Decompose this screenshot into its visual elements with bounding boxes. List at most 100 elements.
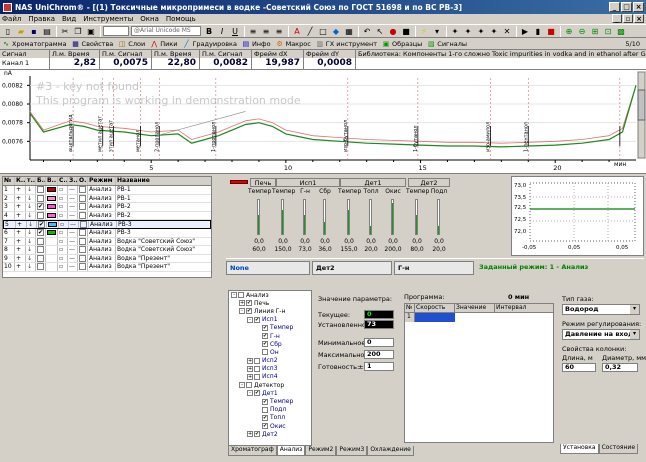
tree-item[interactable]: - Детектор <box>229 381 311 389</box>
tree-checkbox[interactable]: ✔ <box>254 390 260 397</box>
tree-item[interactable]: Подл <box>229 406 311 414</box>
tree-item[interactable]: + Исп2 <box>229 357 311 365</box>
menu-windows[interactable]: Окна <box>140 15 159 23</box>
tab-chromatogram[interactable]: ∿ Хроматограмма <box>2 40 66 48</box>
tree-item[interactable]: + Исп3 <box>229 365 311 373</box>
row-checkbox[interactable] <box>37 194 44 202</box>
save-icon[interactable]: ▪ <box>28 26 40 37</box>
tree-item[interactable]: ✔ Окис <box>229 422 311 430</box>
table-row[interactable]: 4 + ↓ ▫ — Анализ РВ-2 <box>3 211 211 221</box>
table-row[interactable]: 8 + ↓ ▫ — Анализ Водка "Советский Союз" <box>3 246 211 255</box>
mdi-close-button[interactable]: × <box>634 14 644 23</box>
table-row[interactable]: 9 + ↓ ▫ — Анализ Водка "Презент" <box>3 254 211 264</box>
tab-peaks[interactable]: ⋀ Пики <box>150 40 177 48</box>
menu-view[interactable]: Вид <box>62 15 76 23</box>
tree-checkbox[interactable] <box>246 382 252 389</box>
tree-checkbox[interactable]: ✔ <box>262 414 268 421</box>
tab-chromatograph[interactable]: Хроматограф <box>228 446 277 456</box>
table-row[interactable]: 7 + ↓ ▫ — Анализ Водка "Советский Союз" <box>3 237 211 247</box>
expand-icon[interactable]: - <box>247 390 253 397</box>
row-checkbox[interactable] <box>37 254 44 262</box>
tree-item[interactable]: - Анализ <box>229 291 311 299</box>
prog-cell-value[interactable] <box>455 313 495 322</box>
table-row[interactable]: 5 + ↓ ✔ ▫ — Анализ РВ-3 <box>3 220 211 229</box>
row-check[interactable] <box>36 211 46 220</box>
table-row[interactable]: 3 + ↓ ✔ ▫ — Анализ РВ-2 <box>3 203 211 212</box>
length-field[interactable]: 60 <box>562 363 596 372</box>
grid-icon[interactable]: ▩ <box>615 26 627 37</box>
min-field[interactable]: 0 <box>364 338 394 347</box>
zoom-fit-icon[interactable]: ⊞ <box>589 26 601 37</box>
align-center-icon[interactable]: ≡ <box>260 26 272 37</box>
tab-mode2[interactable]: Режим2 <box>305 446 337 456</box>
expand-icon[interactable]: + <box>239 300 245 307</box>
pause-icon[interactable]: ▮ <box>532 26 544 37</box>
row-check[interactable] <box>36 237 46 246</box>
row-o-checkbox[interactable] <box>79 254 86 262</box>
row-checkbox[interactable] <box>37 211 44 219</box>
row-check[interactable] <box>36 246 46 254</box>
tree-checkbox[interactable]: ✔ <box>262 398 268 405</box>
level-slider[interactable] <box>415 199 418 235</box>
undo-icon[interactable]: ↶ <box>361 26 373 37</box>
row-o-checkbox[interactable] <box>79 228 86 236</box>
program-row[interactable]: 1 <box>405 313 553 322</box>
row-o[interactable] <box>78 211 88 220</box>
tree-checkbox[interactable]: ✔ <box>246 300 252 307</box>
diameter-field[interactable]: 0,32 <box>602 363 638 372</box>
tree-item[interactable]: - ✔ Исп1 <box>229 316 311 324</box>
tab-cooling[interactable]: Охлаждение <box>367 446 414 456</box>
tree-item[interactable]: ✔ Сбр <box>229 340 311 348</box>
tab-layers[interactable]: ◫ Слои <box>118 40 145 48</box>
level-slider[interactable] <box>303 199 306 235</box>
paste-icon[interactable]: ▣ <box>85 26 97 37</box>
level-slider[interactable] <box>391 199 394 235</box>
row-o-checkbox[interactable] <box>79 194 86 202</box>
row-o-checkbox[interactable] <box>79 211 86 219</box>
level-slider[interactable] <box>437 199 440 235</box>
ready-field[interactable]: 1 <box>364 362 394 371</box>
tab-mode3[interactable]: Режим3 <box>336 446 368 456</box>
line-icon[interactable]: ╱ <box>304 26 316 37</box>
chart-scroll-thumb[interactable] <box>637 89 646 121</box>
align-left-icon[interactable]: ≡ <box>247 26 259 37</box>
nav-right-icon[interactable]: ✦ <box>488 26 500 37</box>
tree-item[interactable]: + ✔ Печь <box>229 299 311 307</box>
menu-help[interactable]: Помощь <box>166 15 196 23</box>
color-swatch[interactable] <box>47 212 56 218</box>
expand-icon[interactable]: + <box>247 373 253 380</box>
tree-item[interactable]: - ✔ Линия Г-н <box>229 307 311 315</box>
row-o[interactable] <box>78 246 88 254</box>
color-swatch[interactable] <box>47 195 56 201</box>
tab-properties[interactable]: ▦ Свойства <box>72 40 113 48</box>
prog-cell-speed[interactable] <box>415 313 455 322</box>
zoom-out-icon[interactable]: ⊖ <box>576 26 588 37</box>
program-table[interactable]: № Скорость Значение Интервал 1 <box>404 303 554 443</box>
parameter-tree[interactable]: - Анализ + ✔ Печь - ✔ Линия Г-н - ✔ Исп1 ✔ Темпер ✔ Г-… <box>228 290 312 446</box>
row-o[interactable] <box>78 254 88 263</box>
tab-calibration[interactable]: ╱ Градуировка <box>182 40 237 48</box>
dropdown-icon[interactable]: ▾ <box>431 26 443 37</box>
row-o-checkbox[interactable] <box>79 246 86 254</box>
row-checkbox[interactable]: ✔ <box>37 203 44 211</box>
maximize-button[interactable]: □ <box>621 2 632 12</box>
expand-icon[interactable]: + <box>247 357 253 364</box>
mdi-restore-button[interactable]: ▫ <box>623 14 633 23</box>
expand-icon[interactable]: - <box>239 308 245 315</box>
tree-checkbox[interactable] <box>254 357 260 364</box>
color-swatch[interactable] <box>47 229 56 235</box>
tree-checkbox[interactable] <box>262 406 268 413</box>
expand-icon[interactable]: + <box>247 365 253 372</box>
nav-down-icon[interactable]: ✦ <box>462 26 474 37</box>
tree-checkbox[interactable]: ✔ <box>262 333 268 340</box>
play-icon[interactable]: ▶ <box>519 26 531 37</box>
table-row[interactable]: 6 + ↓ ✔ ▫ — Анализ РВ-3 <box>3 228 211 238</box>
row-o-checkbox[interactable] <box>79 237 86 245</box>
regulation-select[interactable]: Давление на входе <box>562 329 640 340</box>
level-slider[interactable] <box>323 199 326 235</box>
color-swatch[interactable] <box>48 222 57 228</box>
new-file-icon[interactable]: ▯ <box>2 26 14 37</box>
cut-icon[interactable]: ✂ <box>59 26 71 37</box>
tree-item[interactable]: ✔ Темпер <box>229 397 311 405</box>
underline-icon[interactable]: U <box>229 26 241 37</box>
